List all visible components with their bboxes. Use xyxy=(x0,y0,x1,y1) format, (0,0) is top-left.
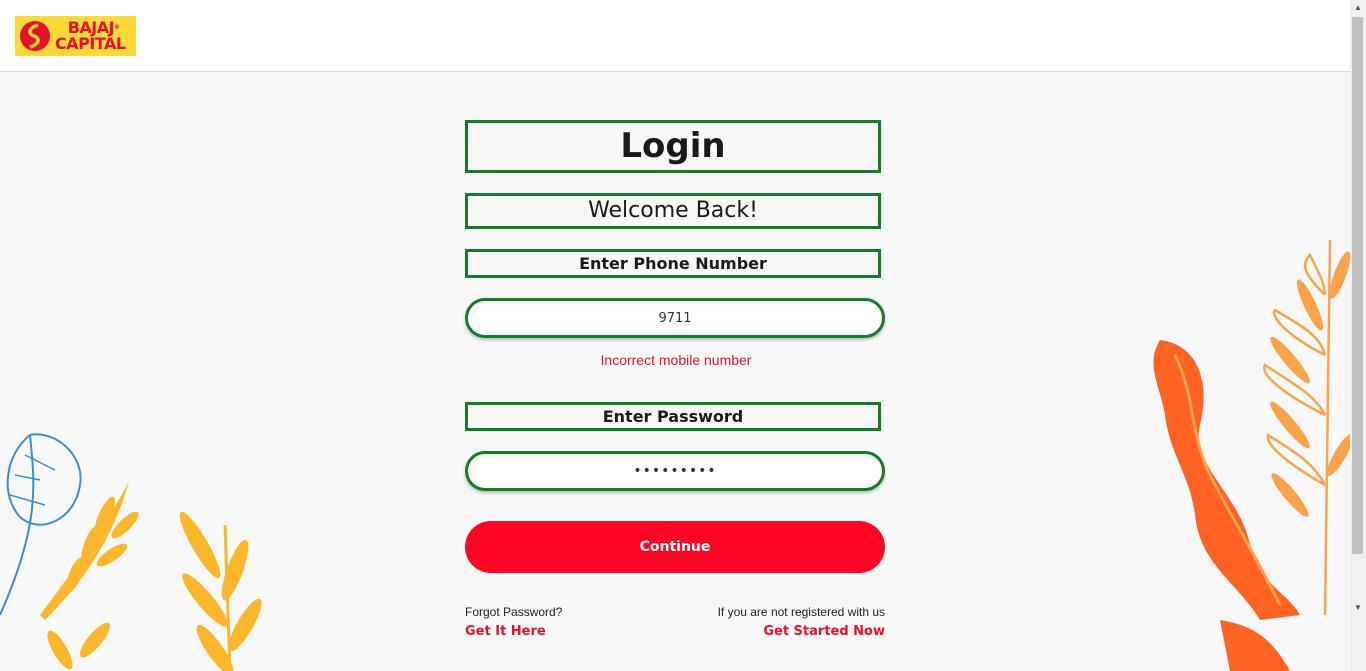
scroll-down-icon[interactable]: ▼ xyxy=(1350,600,1366,616)
scrollbar[interactable]: ▲ ▼ xyxy=(1350,0,1366,671)
phone-error-message: Incorrect mobile number xyxy=(600,352,752,368)
phone-input[interactable] xyxy=(465,298,885,338)
page-title: Login xyxy=(465,120,881,173)
get-started-now-link[interactable]: Get Started Now xyxy=(650,624,885,639)
get-it-here-link[interactable]: Get It Here xyxy=(465,624,562,639)
header: BAJAJ® CAPITAL xyxy=(0,0,1350,72)
continue-button[interactable]: Continue xyxy=(465,521,885,573)
scroll-up-icon[interactable]: ▲ xyxy=(1350,0,1366,16)
phone-label: Enter Phone Number xyxy=(465,249,881,278)
password-input[interactable] xyxy=(465,451,885,491)
register-text: If you are not registered with us xyxy=(717,605,885,619)
logo-text: BAJAJ® CAPITAL xyxy=(55,20,126,52)
welcome-heading: Welcome Back! xyxy=(465,193,881,229)
forgot-password-text: Forgot Password? xyxy=(465,605,563,619)
password-label: Enter Password xyxy=(465,402,881,431)
forgot-password-section: Forgot Password? Get It Here xyxy=(465,605,562,639)
leaf-decoration-icon xyxy=(0,433,262,671)
logo-line2: CAPITAL xyxy=(55,34,126,53)
logo-trademark: ® xyxy=(114,24,120,31)
register-section: If you are not registered with us Get St… xyxy=(650,605,885,639)
leaf-decoration-icon xyxy=(1153,239,1350,671)
scrollbar-thumb[interactable] xyxy=(1352,17,1363,554)
logo-mark-icon xyxy=(20,21,50,51)
bajaj-capital-logo[interactable]: BAJAJ® CAPITAL xyxy=(15,16,136,56)
